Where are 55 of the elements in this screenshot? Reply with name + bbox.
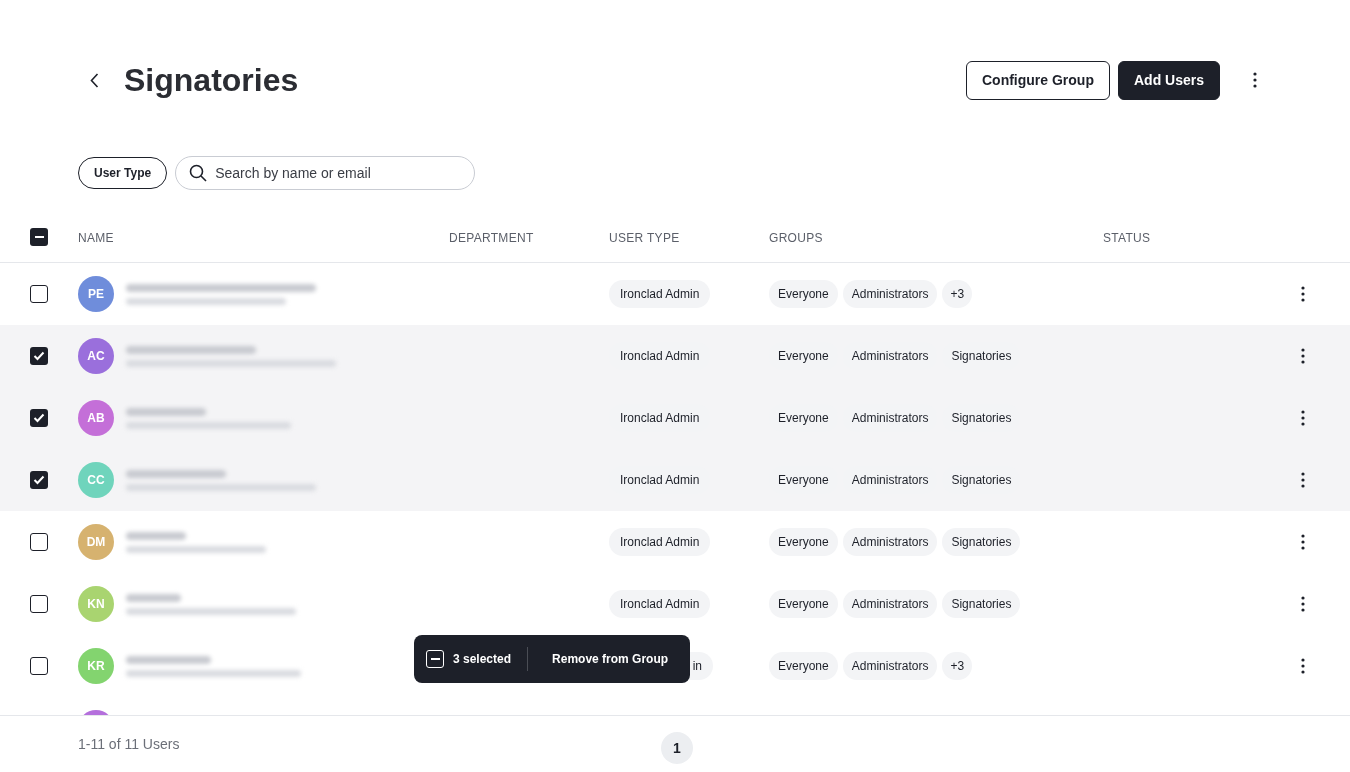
column-header: DEPARTMENT (449, 231, 534, 245)
selected-count: 3 selected (453, 651, 512, 668)
group-tag: Administrators (842, 652, 938, 680)
group-tag: Everyone (769, 652, 838, 680)
more-groups-tag: +3 (942, 652, 973, 680)
column-header: GROUPS (769, 231, 823, 245)
row-checkbox[interactable] (30, 285, 48, 303)
user-avatar: PE (78, 276, 114, 312)
remove-from-group-button[interactable]: Remove from Group (552, 650, 669, 668)
pagination-summary: 1-11 of 11 Users (78, 734, 180, 754)
add-users-button[interactable]: Add Users (1117, 60, 1220, 100)
column-header: STATUS (1103, 231, 1151, 245)
user-type-tag: in (692, 657, 702, 675)
row-checkbox[interactable] (30, 533, 48, 551)
group-tag: Administrators (842, 528, 938, 556)
user-avatar: AC (78, 338, 114, 374)
row-checkbox[interactable] (30, 595, 48, 613)
column-header: NAME (78, 231, 114, 245)
configure-group-button[interactable]: Configure Group (965, 60, 1110, 100)
page-button[interactable]: 1 (661, 732, 693, 764)
select-all-checkbox[interactable] (30, 228, 48, 246)
more-vertical-icon (1301, 658, 1305, 674)
column-header: USER TYPE (609, 231, 680, 245)
more-vertical-icon (1301, 472, 1305, 488)
more-vertical-icon (1301, 410, 1305, 426)
more-groups-tag: +3 (942, 280, 973, 308)
user-avatar: AB (78, 400, 114, 436)
user-avatar: KR (78, 648, 114, 684)
deselect-checkbox[interactable] (426, 650, 444, 668)
user-type-tag: Ironclad Admin (609, 528, 711, 556)
group-tag: Signatories (942, 590, 1021, 618)
user-type-tag: Ironclad Admin (609, 590, 711, 618)
more-vertical-icon (1301, 596, 1305, 612)
row-checkbox[interactable] (30, 657, 48, 675)
group-tag: Everyone (769, 590, 838, 618)
chevron-left-icon (89, 72, 99, 88)
group-tag: Everyone (769, 280, 838, 308)
user-avatar: CC (78, 462, 114, 498)
more-vertical-icon (1301, 286, 1305, 302)
group-tag: Everyone (769, 528, 838, 556)
group-tag: Administrators (842, 280, 938, 308)
user-avatar: DM (78, 524, 114, 560)
more-vertical-icon (1301, 348, 1305, 364)
group-tag: Signatories (942, 528, 1021, 556)
page-title: Signatories (124, 61, 299, 100)
more-vertical-icon (1301, 534, 1305, 550)
user-avatar: KN (78, 586, 114, 622)
more-vertical-icon (1253, 72, 1257, 88)
search-icon (189, 164, 208, 182)
row-checkbox[interactable] (30, 471, 48, 489)
row-checkbox[interactable] (30, 347, 48, 365)
user-type-tag: Ironclad Admin (609, 280, 711, 308)
search-field[interactable]: Search by name or email (175, 156, 476, 190)
group-tag: Administrators (842, 590, 938, 618)
row-checkbox[interactable] (30, 409, 48, 427)
